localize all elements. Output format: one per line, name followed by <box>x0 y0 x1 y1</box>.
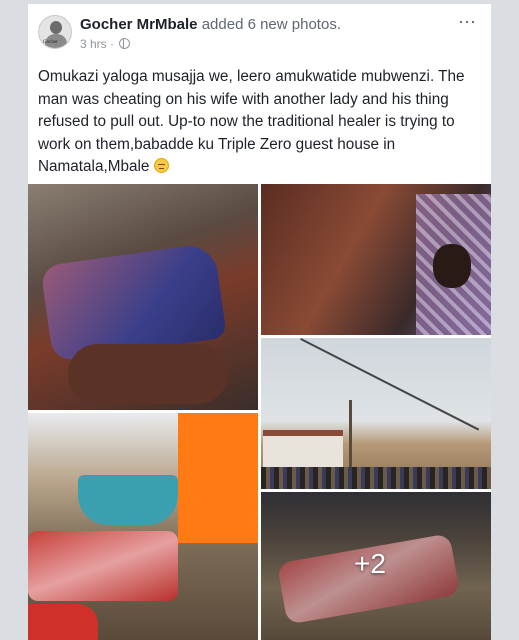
post-text: Omukazi yaloga musajja we, leero amukwat… <box>38 68 465 175</box>
photo-2-figure <box>433 244 471 288</box>
post-body: Omukazi yaloga musajja we, leero amukwat… <box>38 66 486 179</box>
photo-4-cloth <box>28 604 98 640</box>
photo-3-wire <box>300 338 480 431</box>
photo-1-figure <box>68 344 228 404</box>
globe-icon <box>119 38 131 49</box>
post-meta: 3 hrs · <box>80 37 131 51</box>
more-photos-count[interactable]: +2 <box>354 548 386 580</box>
photo-4-basin <box>78 475 178 525</box>
avatar-caption: Gocher <box>43 40 58 45</box>
grimacing-face-emoji-icon <box>153 158 169 173</box>
photo-1[interactable] <box>28 184 258 410</box>
meta-separator: · <box>110 37 115 51</box>
photo-4-vest <box>178 413 258 543</box>
post-card: Gocher Gocher MrMbale added 6 new photos… <box>28 4 491 640</box>
author-avatar[interactable]: Gocher <box>38 15 72 49</box>
photo-3-crowd <box>261 467 491 489</box>
author-line: Gocher MrMbale added 6 new photos. <box>80 16 341 33</box>
photo-3[interactable] <box>261 338 491 489</box>
post-action: added 6 new photos. <box>201 16 341 33</box>
photo-4-mattress <box>28 531 178 601</box>
avatar-head <box>50 21 62 34</box>
post-timestamp[interactable]: 3 hrs <box>80 37 107 51</box>
more-options-icon[interactable]: ⋯ <box>458 12 477 33</box>
photo-4[interactable] <box>28 413 258 640</box>
photo-2[interactable] <box>261 184 491 335</box>
post-header: Gocher Gocher MrMbale added 6 new photos… <box>28 4 491 60</box>
photo-5[interactable]: +2 <box>261 492 491 640</box>
author-name[interactable]: Gocher MrMbale <box>80 16 198 33</box>
